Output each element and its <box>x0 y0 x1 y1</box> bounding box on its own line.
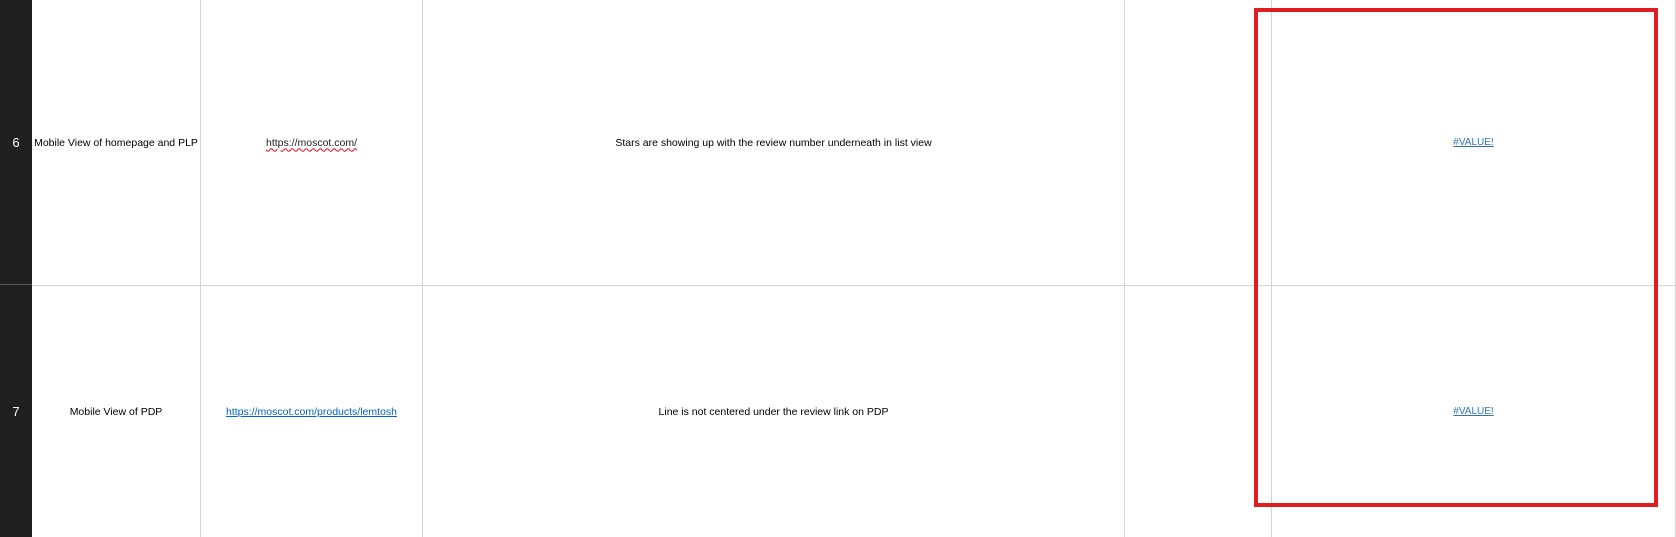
row-headers: 6 7 <box>0 0 32 537</box>
cell-error-value: #VALUE! <box>1453 406 1494 417</box>
cell-text: https://moscot.com/ <box>265 136 358 149</box>
row-header-6[interactable]: 6 <box>0 0 32 285</box>
cell-row7-empty[interactable] <box>1125 286 1271 537</box>
cell-row7-issue[interactable]: Line is not centered under the review li… <box>423 286 1124 537</box>
cell-row7-description[interactable]: Mobile View of PDP <box>32 286 200 537</box>
cell-row6-formula[interactable]: #VALUE! <box>1272 0 1675 285</box>
cell-text: Stars are showing up with the review num… <box>615 136 932 149</box>
cell-row6-issue[interactable]: Stars are showing up with the review num… <box>423 0 1124 285</box>
cell-row6-url[interactable]: https://moscot.com/ <box>201 0 422 285</box>
cell-text: Mobile View of PDP <box>69 405 163 418</box>
cell-text: Line is not centered under the review li… <box>658 405 889 418</box>
cell-text: Mobile View of homepage and PLP <box>34 136 198 149</box>
cell-row6-description[interactable]: Mobile View of homepage and PLP <box>32 0 200 285</box>
cell-error-value: #VALUE! <box>1453 137 1494 148</box>
spreadsheet-grid: Mobile View of homepage and PLP https://… <box>32 0 1676 537</box>
hyperlink[interactable]: https://moscot.com/products/lemtosh <box>226 406 397 418</box>
cell-row6-empty[interactable] <box>1125 0 1271 285</box>
row-header-7[interactable]: 7 <box>0 286 32 537</box>
cell-row7-url[interactable]: https://moscot.com/products/lemtosh <box>201 286 422 537</box>
cell-row7-formula[interactable]: #VALUE! <box>1272 286 1675 537</box>
